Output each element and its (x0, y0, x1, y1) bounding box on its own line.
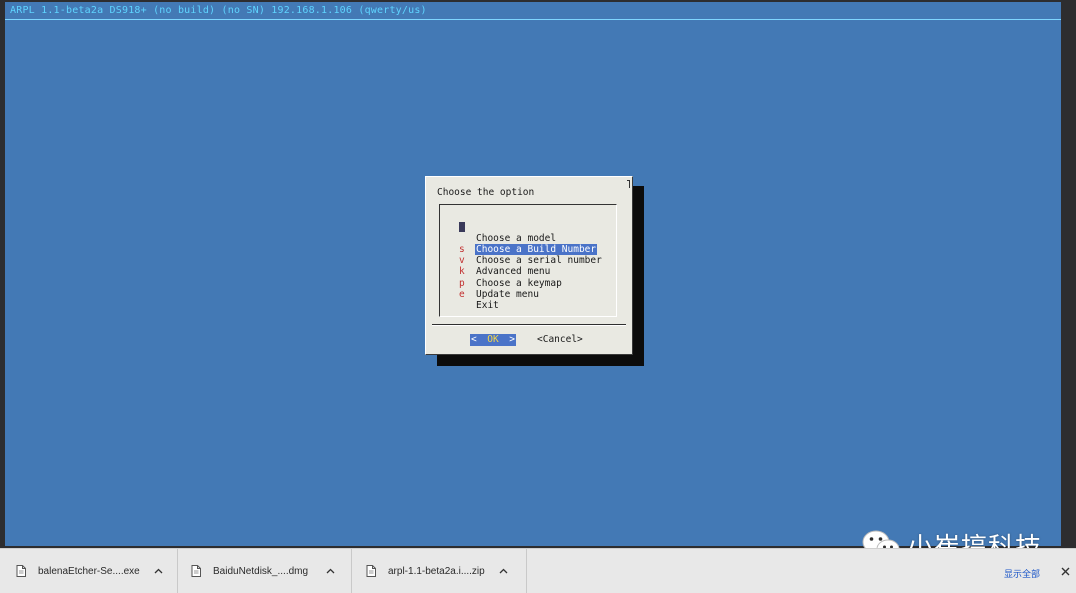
console-screen: ARPL 1.1-beta2a DS918+ (no build) (no SN… (5, 2, 1061, 546)
file-icon (191, 565, 201, 577)
menu-hotkey-cursor (459, 222, 465, 233)
dialog-prompt: Choose the option (437, 187, 535, 198)
console-frame: ARPL 1.1-beta2a DS918+ (no build) (no SN… (0, 0, 1076, 548)
menu-item-keymap[interactable]: k Choose a keymap (440, 255, 616, 288)
download-filename: arpl-1.1-beta2a.i....zip (388, 565, 485, 577)
menu-list: m Choose a model Choose a Build Number s… (440, 210, 616, 311)
close-icon[interactable] (1061, 567, 1070, 576)
chevron-up-icon[interactable] (326, 568, 335, 574)
menu-item-exit[interactable]: e Exit (440, 278, 616, 311)
ok-bracket-left: < (471, 334, 477, 345)
chevron-up-icon[interactable] (499, 568, 508, 574)
menu-item-build-number[interactable]: Choose a Build Number (440, 221, 616, 256)
menu-item-serial-number[interactable]: s Choose a serial number (440, 233, 616, 266)
dialog-corner (627, 180, 630, 188)
download-shelf: balenaEtcher-Se....exe BaiduNetdisk_....… (0, 548, 1076, 593)
menu-item-model[interactable]: m Choose a model (440, 210, 616, 243)
download-item[interactable]: BaiduNetdisk_....dmg (178, 549, 352, 593)
console-title: ARPL 1.1-beta2a DS918+ (no build) (no SN… (10, 5, 427, 16)
menu-dialog: Choose the option m Choose a model Choos… (425, 176, 633, 355)
download-item[interactable]: balenaEtcher-Se....exe (0, 549, 178, 593)
file-icon (366, 565, 376, 577)
ok-label: OK (487, 334, 499, 345)
ok-bracket-right: > (509, 334, 515, 345)
menu-item-update[interactable]: p Update menu (440, 266, 616, 300)
console-title-rule (5, 19, 1061, 20)
dialog-separator-highlight (432, 325, 626, 326)
menu-item-label: Exit (476, 300, 499, 312)
menu-item-advanced[interactable]: v Advanced menu (440, 244, 616, 277)
menu-hotkey: e (459, 289, 465, 301)
ok-button[interactable]: < OK > (470, 334, 516, 346)
cancel-button[interactable]: <Cancel> (537, 334, 583, 346)
download-filename: balenaEtcher-Se....exe (38, 565, 140, 577)
file-icon (16, 565, 26, 577)
chevron-up-icon[interactable] (154, 568, 163, 574)
show-all-link[interactable]: 显示全部 (1004, 567, 1040, 580)
menu-list-box: m Choose a model Choose a Build Number s… (439, 204, 617, 317)
download-filename: BaiduNetdisk_....dmg (213, 565, 309, 577)
download-item[interactable]: arpl-1.1-beta2a.i....zip (352, 549, 527, 593)
